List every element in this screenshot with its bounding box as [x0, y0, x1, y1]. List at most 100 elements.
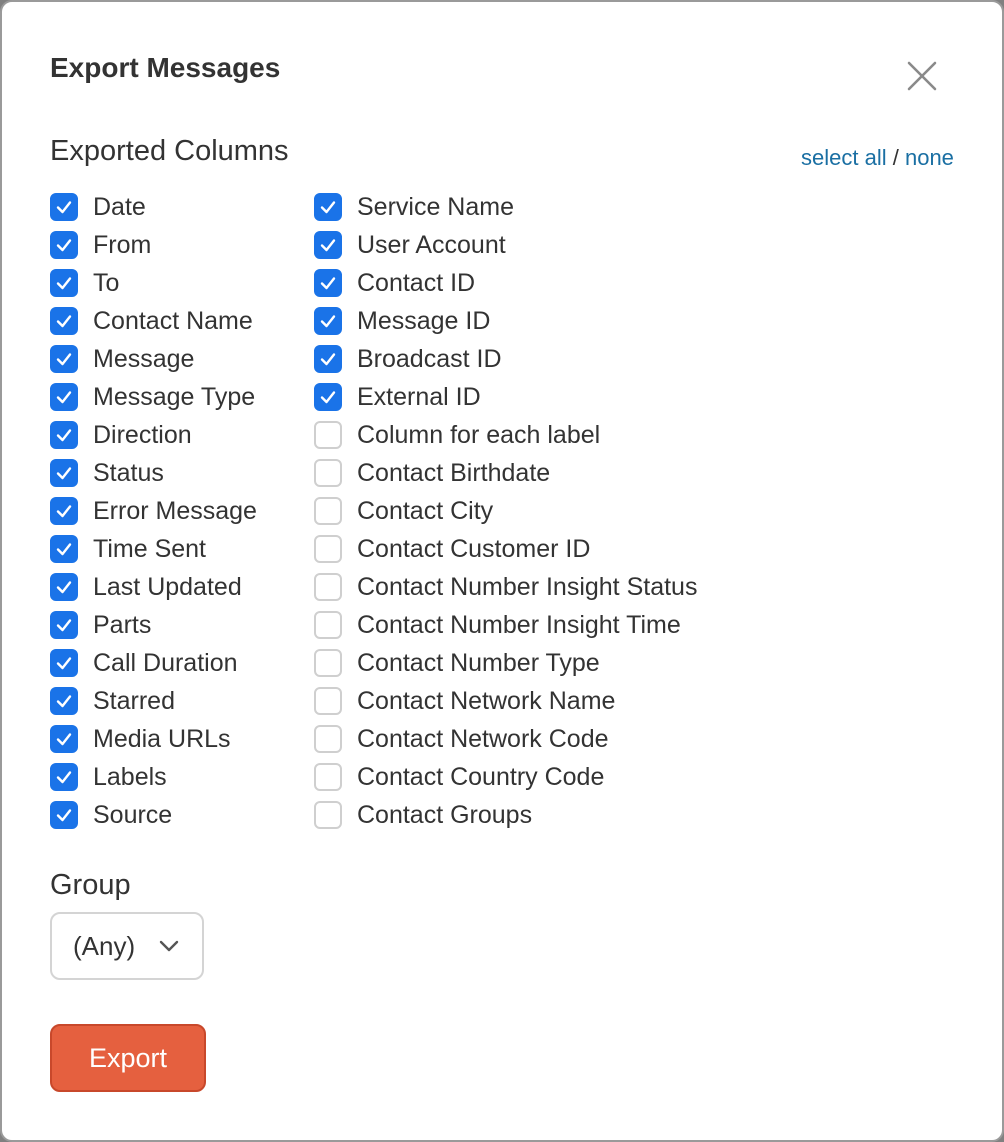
- column-option-contact-number-insight-time[interactable]: Contact Number Insight Time: [314, 606, 734, 644]
- checkmark-icon: [320, 391, 336, 404]
- column-option-external-id[interactable]: External ID: [314, 378, 734, 416]
- column-option-contact-network-code[interactable]: Contact Network Code: [314, 720, 734, 758]
- checkmark-icon: [320, 353, 336, 366]
- checkbox[interactable]: [314, 573, 342, 601]
- checkbox[interactable]: [50, 231, 78, 259]
- column-option-message-id[interactable]: Message ID: [314, 302, 734, 340]
- checkbox[interactable]: [314, 269, 342, 297]
- checkmark-icon: [320, 315, 336, 328]
- column-option-label: Media URLs: [93, 724, 231, 753]
- checkmark-icon: [56, 581, 72, 594]
- column-option-column-for-each-label[interactable]: Column for each label: [314, 416, 734, 454]
- column-list-right: Service Name User Account Contact ID Messag…: [314, 188, 734, 834]
- checkbox[interactable]: [314, 193, 342, 221]
- checkbox[interactable]: [50, 345, 78, 373]
- checkbox[interactable]: [314, 421, 342, 449]
- column-option-contact-network-name[interactable]: Contact Network Name: [314, 682, 734, 720]
- close-button[interactable]: [900, 54, 944, 98]
- checkbox[interactable]: [314, 687, 342, 715]
- checkbox[interactable]: [50, 535, 78, 563]
- checkbox[interactable]: [50, 611, 78, 639]
- exported-columns-heading: Exported Columns: [50, 135, 289, 167]
- checkmark-icon: [56, 429, 72, 442]
- checkmark-icon: [56, 619, 72, 632]
- checkmark-icon: [56, 505, 72, 518]
- group-select[interactable]: (Any): [50, 912, 204, 980]
- checkbox[interactable]: [50, 193, 78, 221]
- column-option-contact-birthdate[interactable]: Contact Birthdate: [314, 454, 734, 492]
- checkmark-icon: [56, 543, 72, 556]
- checkmark-icon: [320, 239, 336, 252]
- column-option-user-account[interactable]: User Account: [314, 226, 734, 264]
- checkbox[interactable]: [314, 725, 342, 753]
- checkmark-icon: [56, 809, 72, 822]
- column-option-contact-country-code[interactable]: Contact Country Code: [314, 758, 734, 796]
- checkmark-icon: [56, 277, 72, 290]
- column-option-label: Contact Groups: [357, 800, 533, 829]
- checkbox[interactable]: [50, 573, 78, 601]
- checkbox[interactable]: [314, 763, 342, 791]
- column-option-contact-groups[interactable]: Contact Groups: [314, 796, 734, 834]
- checkbox[interactable]: [50, 649, 78, 677]
- checkmark-icon: [56, 201, 72, 214]
- column-option-contact-number-type[interactable]: Contact Number Type: [314, 644, 734, 682]
- checkbox[interactable]: [314, 231, 342, 259]
- column-option-label: Contact Network Name: [357, 686, 616, 715]
- checkbox[interactable]: [314, 497, 342, 525]
- column-option-contact-customer-id[interactable]: Contact Customer ID: [314, 530, 734, 568]
- column-option-label: Status: [93, 458, 164, 487]
- checkbox[interactable]: [314, 345, 342, 373]
- export-button[interactable]: Export: [50, 1024, 206, 1092]
- dialog-title: Export Messages: [50, 52, 281, 83]
- column-option-contact-city[interactable]: Contact City: [314, 492, 734, 530]
- column-option-label: Broadcast ID: [357, 344, 502, 373]
- checkbox[interactable]: [314, 459, 342, 487]
- column-option-label: To: [93, 268, 120, 297]
- checkbox[interactable]: [50, 383, 78, 411]
- checkbox[interactable]: [314, 649, 342, 677]
- column-option-label: Contact Customer ID: [357, 534, 591, 563]
- checkbox[interactable]: [314, 307, 342, 335]
- column-option-contact-number-insight-status[interactable]: Contact Number Insight Status: [314, 568, 734, 606]
- column-option-label: Contact City: [357, 496, 494, 525]
- checkmark-icon: [56, 771, 72, 784]
- checkbox[interactable]: [50, 687, 78, 715]
- column-option-service-name[interactable]: Service Name: [314, 188, 734, 226]
- group-select-value: (Any): [73, 930, 136, 961]
- select-separator: /: [892, 145, 899, 170]
- column-option-label: Error Message: [93, 496, 257, 525]
- checkbox[interactable]: [50, 801, 78, 829]
- checkbox[interactable]: [314, 383, 342, 411]
- column-option-label: Source: [93, 800, 173, 829]
- column-option-label: From: [93, 230, 152, 259]
- column-option-label: Contact Country Code: [357, 762, 605, 791]
- checkmark-icon: [56, 391, 72, 404]
- checkbox[interactable]: [50, 725, 78, 753]
- column-option-label: Time Sent: [93, 534, 207, 563]
- checkbox[interactable]: [50, 763, 78, 791]
- export-messages-dialog: Export Messages Exported Columns select …: [0, 0, 1004, 1142]
- checkbox[interactable]: [50, 421, 78, 449]
- column-option-label: External ID: [357, 382, 481, 411]
- column-option-contact-id[interactable]: Contact ID: [314, 264, 734, 302]
- column-option-label: Parts: [93, 610, 152, 639]
- checkmark-icon: [320, 201, 336, 214]
- checkmark-icon: [56, 467, 72, 480]
- column-option-label: User Account: [357, 230, 506, 259]
- group-label: Group: [50, 869, 131, 901]
- checkbox[interactable]: [50, 497, 78, 525]
- column-option-label: Call Duration: [93, 648, 238, 677]
- column-option-broadcast-id[interactable]: Broadcast ID: [314, 340, 734, 378]
- column-option-label: Message Type: [93, 382, 256, 411]
- select-all-link[interactable]: select all: [801, 145, 887, 170]
- select-none-link[interactable]: none: [905, 145, 954, 170]
- column-option-label: Service Name: [357, 192, 514, 221]
- checkbox[interactable]: [314, 611, 342, 639]
- checkbox[interactable]: [314, 801, 342, 829]
- checkbox[interactable]: [50, 459, 78, 487]
- checkbox[interactable]: [50, 269, 78, 297]
- column-option-label: Contact Number Type: [357, 648, 600, 677]
- checkbox[interactable]: [314, 535, 342, 563]
- column-option-label: Contact Name: [93, 306, 253, 335]
- checkbox[interactable]: [50, 307, 78, 335]
